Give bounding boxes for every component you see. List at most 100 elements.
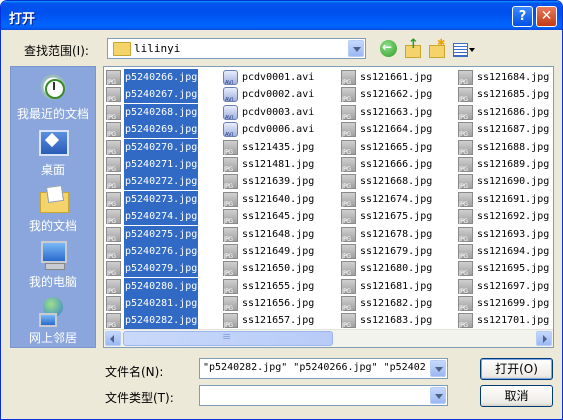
- file-name: ss121662.jpg: [360, 89, 433, 101]
- jpg-file-icon: [458, 174, 473, 195]
- file-name: p5240267.jpg: [124, 86, 199, 104]
- jpg-file-icon: [106, 87, 121, 108]
- scroll-thumb[interactable]: [123, 330, 333, 346]
- new-folder-icon[interactable]: [427, 38, 447, 59]
- title-bar[interactable]: 打开 ? ✕: [1, 1, 562, 30]
- file-name: ss121681.jpg: [360, 280, 433, 292]
- jpg-file-icon: [458, 209, 473, 230]
- views-menu-icon[interactable]: [451, 39, 475, 59]
- scroll-right-icon[interactable]: [536, 331, 552, 346]
- jpg-file-icon: [106, 226, 121, 248]
- file-name: ss121674.jpg: [360, 193, 433, 205]
- cancel-button[interactable]: 取消: [480, 385, 553, 407]
- file-name: ss121663.jpg: [360, 106, 433, 118]
- horizontal-scrollbar[interactable]: [104, 329, 553, 347]
- jpg-file-icon: [223, 191, 238, 213]
- jpg-file-icon: [458, 278, 473, 300]
- jpg-file-icon: [458, 122, 473, 143]
- close-button[interactable]: ✕: [536, 6, 557, 27]
- place-desktop[interactable]: 桌面: [11, 127, 95, 178]
- back-icon[interactable]: [380, 40, 397, 57]
- jpg-file-icon: [341, 191, 356, 213]
- file-name: ss121666.jpg: [360, 158, 433, 170]
- jpg-file-icon: [458, 87, 473, 108]
- jpg-file-icon: [223, 261, 238, 282]
- file-name: ss121661.jpg: [360, 72, 433, 83]
- place-my-computer[interactable]: 我的电脑: [11, 239, 95, 290]
- jpg-file-icon: [106, 104, 121, 126]
- file-name: ss121656.jpg: [242, 298, 315, 310]
- file-name: ss121678.jpg: [360, 228, 433, 240]
- jpg-file-icon: [106, 278, 121, 300]
- folder-icon: [113, 42, 131, 56]
- places-bar: 我最近的文档 桌面 我的文档 我的电脑 网上邻居: [10, 66, 96, 348]
- place-my-documents[interactable]: 我的文档: [11, 183, 95, 234]
- recent-documents-icon: [37, 71, 69, 103]
- file-name: p5240280.jpg: [124, 277, 199, 295]
- file-name: ss121639.jpg: [242, 176, 315, 188]
- up-folder-icon[interactable]: [403, 37, 423, 59]
- my-documents-icon: [37, 183, 69, 215]
- jpg-file-icon: [106, 243, 121, 265]
- scroll-left-icon[interactable]: [105, 331, 121, 346]
- jpg-file-icon: [106, 296, 121, 317]
- jpg-file-icon: [458, 243, 473, 265]
- open-button[interactable]: 打开(O): [480, 358, 553, 380]
- open-dialog: 打开 ? ✕ 查找范围(I): lilinyi 我最近的文档 桌面 我的文档: [0, 0, 563, 420]
- jpg-file-icon: [223, 174, 238, 195]
- video-file-icon: [223, 122, 238, 144]
- jpg-file-icon: [223, 243, 238, 265]
- jpg-file-icon: [458, 313, 473, 334]
- file-name-label: 文件名(N):: [105, 365, 164, 379]
- jpg-file-icon: [223, 226, 238, 248]
- file-name: ss121697.jpg: [477, 280, 550, 292]
- file-name: ss121694.jpg: [477, 245, 550, 257]
- video-file-icon: [223, 87, 238, 109]
- jpg-file-icon: [458, 226, 473, 248]
- file-name: ss121680.jpg: [360, 263, 433, 275]
- place-label: 我最近的文档: [16, 107, 89, 121]
- place-label: 我的电脑: [28, 275, 77, 289]
- file-list[interactable]: p5240266.jpgp5240267.jpgp5240268.jpgp524…: [103, 66, 554, 348]
- file-name: ss121481.jpg: [242, 158, 315, 170]
- file-name: ss121645.jpg: [242, 211, 315, 223]
- jpg-file-icon: [341, 261, 356, 282]
- place-label: 桌面: [40, 163, 65, 177]
- window-title: 打开: [9, 12, 36, 27]
- file-name-field[interactable]: "p5240282.jpg" "p5240266.jpg" "p52402: [199, 358, 448, 379]
- place-network[interactable]: 网上邻居: [11, 295, 95, 346]
- jpg-file-icon: [106, 139, 121, 161]
- file-name: p5240269.jpg: [124, 121, 199, 139]
- file-name: pcdv0001.avi: [242, 72, 315, 83]
- file-name: p5240270.jpg: [124, 138, 199, 156]
- network-icon: [37, 295, 69, 327]
- file-type-label: 文件类型(T):: [105, 391, 174, 405]
- place-recent-documents[interactable]: 我最近的文档: [11, 71, 95, 122]
- file-name: ss121679.jpg: [360, 245, 433, 257]
- look-in-dropdown[interactable]: lilinyi: [107, 38, 366, 59]
- jpg-file-icon: [341, 209, 356, 230]
- file-name: ss121665.jpg: [360, 141, 433, 153]
- file-name: ss121701.jpg: [477, 315, 550, 327]
- jpg-file-icon: [341, 313, 356, 334]
- jpg-file-icon: [341, 87, 356, 108]
- jpg-file-icon: [458, 156, 473, 178]
- file-name: ss121684.jpg: [477, 72, 550, 83]
- file-type-dropdown[interactable]: [199, 385, 448, 406]
- jpg-file-icon: [458, 139, 473, 161]
- file-name: ss121657.jpg: [242, 315, 315, 327]
- chevron-down-icon[interactable]: [430, 387, 446, 404]
- file-name: ss121655.jpg: [242, 280, 315, 292]
- file-name: ss121682.jpg: [360, 298, 433, 310]
- file-name: ss121668.jpg: [360, 176, 433, 188]
- file-name-value: "p5240282.jpg" "p5240266.jpg" "p52402: [203, 362, 426, 373]
- file-name: ss121683.jpg: [360, 315, 433, 327]
- jpg-file-icon: [458, 261, 473, 282]
- jpg-file-icon: [223, 139, 238, 161]
- help-button[interactable]: ?: [512, 6, 533, 27]
- file-name: p5240275.jpg: [124, 225, 199, 243]
- chevron-down-icon[interactable]: [430, 360, 446, 377]
- jpg-file-icon: [106, 174, 121, 195]
- chevron-down-icon[interactable]: [348, 40, 364, 57]
- jpg-file-icon: [341, 139, 356, 161]
